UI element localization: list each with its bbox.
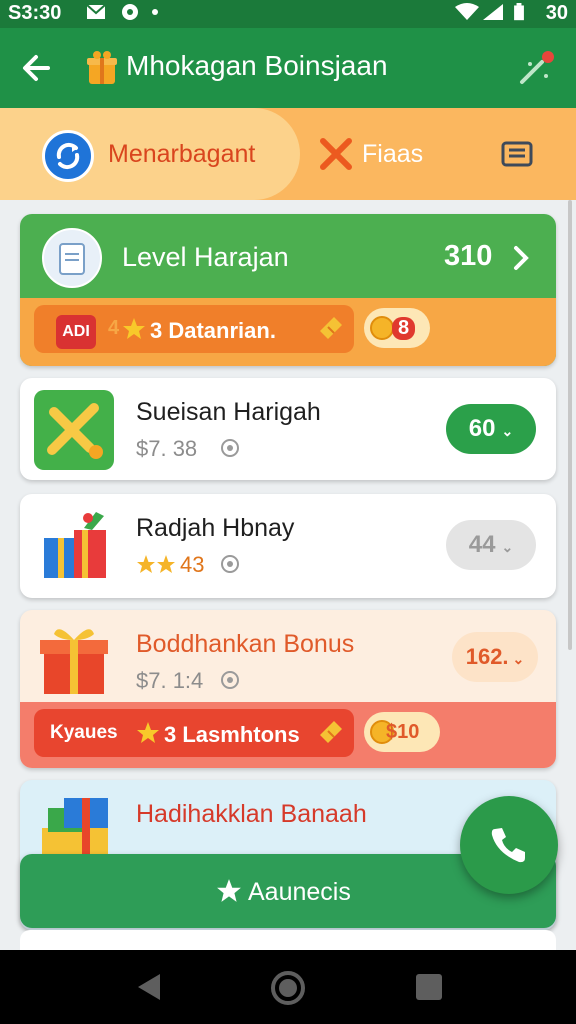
app-bar: Mhokagan Boinsjaan (0, 28, 576, 108)
reward-banner[interactable]: Kyaues 3 Lasmhtons (34, 709, 354, 757)
banner-prefix: 4 (108, 317, 120, 339)
item-value-pill[interactable]: 60 ⌄ (446, 404, 536, 454)
gift-box-icon (34, 502, 118, 588)
info-icon (221, 439, 239, 457)
chevron-right-icon (514, 246, 529, 270)
status-time: S3:30 (8, 2, 62, 24)
list-item[interactable]: Radjah Hbnay 43 44 ⌄ (20, 494, 556, 598)
signal-icon (483, 4, 503, 20)
item-value-pill[interactable]: 162. ⌄ (452, 632, 538, 682)
cta-label: Aaunecis (248, 878, 351, 906)
item-price: $7. 1:4 (136, 668, 204, 693)
banner-text: 3 Datanrian. (150, 318, 276, 343)
gift-box-icon (38, 620, 110, 698)
item-title: Sueisan Harigah (136, 398, 321, 426)
battery-level: 30 (545, 2, 568, 24)
back-arrow-icon[interactable] (18, 48, 58, 88)
tab-fiaas[interactable]: Fiaas (362, 140, 423, 169)
ticket-icon (320, 721, 342, 743)
info-icon (221, 671, 239, 689)
coin-pill[interactable]: 8 (364, 308, 430, 348)
reward-banner[interactable]: ADI 4 3 Datanrian. (34, 305, 354, 353)
stars-rating-icon (137, 555, 175, 573)
info-icon (221, 555, 239, 573)
refresh-icon (42, 130, 94, 182)
gift-logo-icon (87, 51, 117, 84)
ticket-icon (320, 317, 342, 339)
scrollbar[interactable] (568, 200, 572, 650)
tab-bar: Menarbagant Fiaas (0, 108, 576, 200)
banner-badge: ADI (56, 315, 96, 349)
level-value: 310 (444, 240, 493, 272)
list-item[interactable]: Sueisan Harigah $7. 38 60 ⌄ (20, 378, 556, 480)
item-title: Hadihakklan Banaah (136, 800, 367, 828)
tab-label: Menarbagant (108, 140, 256, 168)
nav-recents-icon[interactable] (416, 974, 442, 1000)
list-item[interactable]: Boddhankan Bonus $7. 1:4 162. ⌄ Kyaues 3 … (20, 610, 556, 768)
star-icon (137, 722, 159, 743)
tab-menarbagant[interactable]: Menarbagant (0, 108, 300, 200)
coin-value: $10 (386, 721, 420, 743)
menu-icon[interactable] (500, 138, 534, 170)
level-title: Level Harajan (122, 242, 289, 272)
dot-icon (152, 9, 158, 15)
coin-value: 8 (392, 317, 416, 340)
level-icon (42, 228, 102, 288)
banner-badge: Kyaues (50, 722, 118, 743)
page-title: Mhokagan Boinsjaan (126, 50, 388, 81)
level-banner: ADI 4 3 Datanrian. 8 (20, 298, 556, 366)
mail-icon (86, 4, 106, 19)
nav-back-icon[interactable] (136, 972, 162, 1002)
coin-pill[interactable]: $10 (364, 712, 440, 752)
call-fab[interactable] (460, 796, 558, 894)
star-icon (217, 879, 241, 902)
system-nav-bar (0, 950, 576, 1024)
wifi-icon (455, 3, 479, 20)
item-value-pill[interactable]: 44 ⌄ (446, 520, 536, 570)
star-icon (123, 318, 145, 339)
magic-wand-icon[interactable] (516, 48, 560, 88)
phone-icon (491, 828, 525, 863)
nav-home-icon[interactable] (270, 970, 306, 1006)
crossed-tools-icon (34, 390, 114, 470)
item-price: $7. 38 (136, 436, 198, 461)
coin-icon (370, 316, 394, 340)
level-card[interactable]: Level Harajan 310 ADI 4 3 Datanrian. 8 (20, 214, 556, 366)
item-rating: 43 (180, 552, 205, 577)
notification-icon (122, 4, 138, 20)
item-title: Radjah Hbnay (136, 514, 295, 542)
status-bar: S3:30 30 (0, 0, 576, 28)
bonus-banner: Kyaues 3 Lasmhtons $10 (20, 702, 556, 768)
banner-text: 3 Lasmhtons (164, 722, 300, 747)
item-title: Boddhankan Bonus (136, 630, 355, 658)
close-x-icon[interactable] (318, 136, 354, 172)
battery-icon (514, 3, 524, 21)
